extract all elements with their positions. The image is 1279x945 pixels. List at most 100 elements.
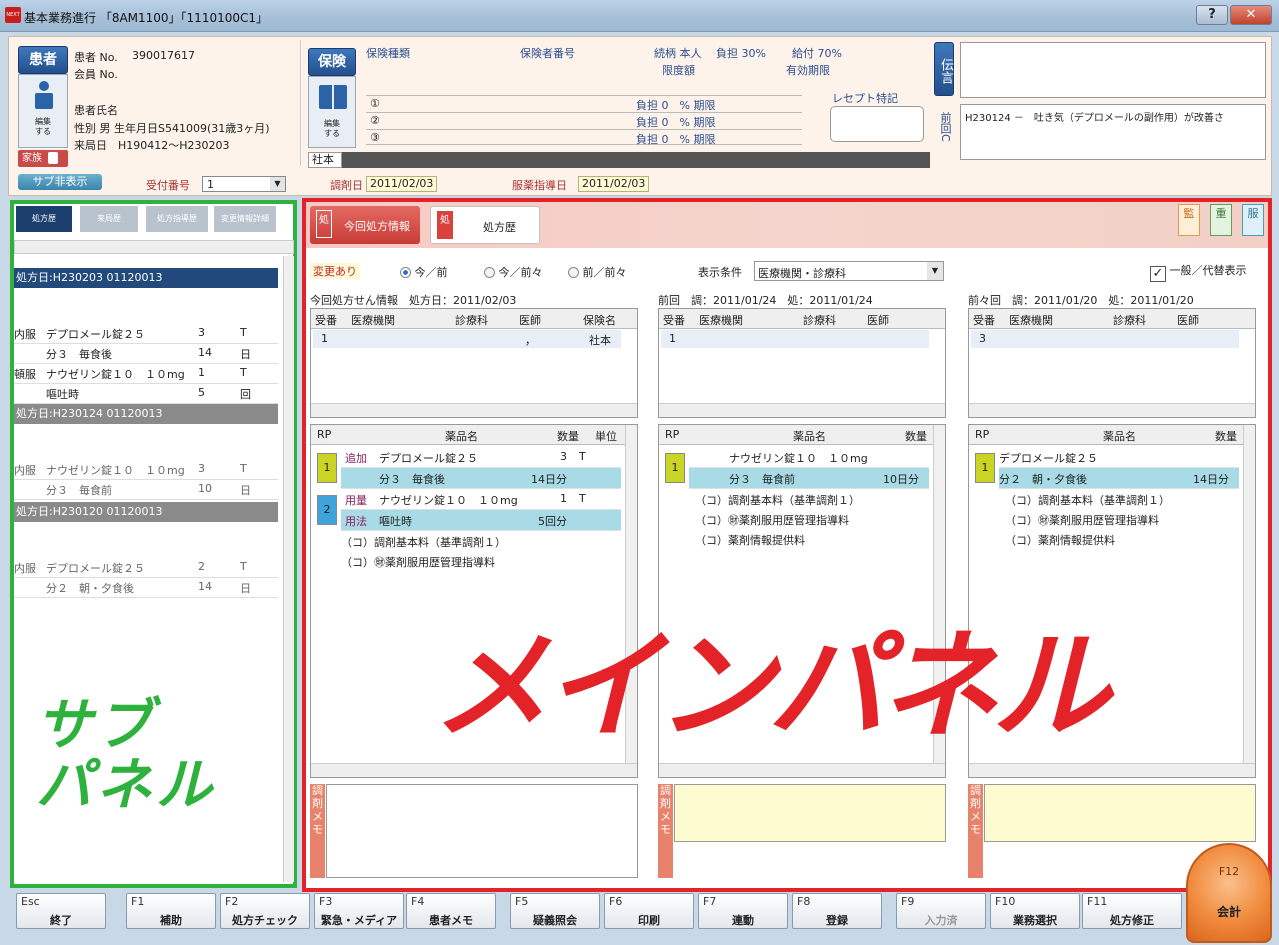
- drug-hscroll[interactable]: [311, 763, 637, 777]
- grid-header-cell[interactable]: 受番: [973, 312, 995, 328]
- receipt-field[interactable]: [830, 106, 924, 142]
- rx-date-header[interactable]: 処方日:H230203 01120013: [14, 268, 278, 288]
- rx-date-header[interactable]: 処方日:H230124 01120013: [14, 404, 278, 424]
- fee-line[interactable]: （コ）調剤基本料（基準調剤１）: [341, 534, 506, 550]
- drug-header-cell[interactable]: 薬品名: [1103, 428, 1136, 444]
- fee-line[interactable]: （コ）㊖薬剤服用歴管理指導料: [1005, 512, 1159, 528]
- radio-prev-prev2[interactable]: 前／前々: [568, 264, 627, 280]
- drug-header-cell[interactable]: 薬品名: [793, 428, 826, 444]
- patient-edit-button[interactable]: 編集 する: [18, 74, 68, 148]
- fkey-f1-button[interactable]: F1 補助: [126, 893, 216, 929]
- insurance-edit-button[interactable]: 編集 する: [308, 76, 356, 148]
- fkey-f5-button[interactable]: F5 疑義照会: [510, 893, 600, 929]
- sub-tab-0[interactable]: 処方歴: [16, 206, 72, 232]
- fkey-esc-button[interactable]: Esc 終了: [16, 893, 106, 929]
- main-tab-history[interactable]: 処 処方歴: [430, 206, 540, 244]
- drug-hscroll[interactable]: [969, 763, 1255, 777]
- drug-header-cell[interactable]: 単位: [595, 428, 617, 444]
- sub-vscroll[interactable]: [283, 256, 294, 882]
- sub-toggle-button[interactable]: サブ非表示: [18, 174, 102, 190]
- drug-vscroll[interactable]: [1243, 425, 1255, 777]
- radio-now-prev[interactable]: 今／前: [400, 264, 448, 280]
- grid-hscroll[interactable]: [969, 403, 1255, 417]
- grid-header-cell[interactable]: 医師: [867, 312, 889, 328]
- grid-hscroll[interactable]: [311, 403, 637, 417]
- drug-header-cell[interactable]: RP: [665, 428, 679, 441]
- rx-row[interactable]: 頓服 ナウゼリン錠１０ １０mg 1 T: [14, 364, 278, 384]
- rx-row[interactable]: 内服 デプロメール錠２５ 3 T: [14, 324, 278, 344]
- f12-button[interactable]: F12 会計: [1186, 843, 1272, 943]
- fkey-f10-button[interactable]: F10 業務選択: [990, 893, 1080, 929]
- grid-header-cell[interactable]: 医療機関: [699, 312, 743, 328]
- rp-badge[interactable]: 2: [317, 495, 337, 525]
- rp-badge[interactable]: 1: [317, 453, 337, 483]
- memo-field[interactable]: [984, 784, 1256, 842]
- memo-field[interactable]: [326, 784, 638, 878]
- drug-line[interactable]: 追加 デプロメール錠２５ 3 T: [341, 447, 621, 468]
- grid-header-cell[interactable]: 診療科: [803, 312, 836, 328]
- reception-row[interactable]: 1: [661, 330, 929, 348]
- grid-hscroll[interactable]: [659, 403, 945, 417]
- guidance-date[interactable]: 2011/02/03: [578, 176, 650, 192]
- sub-tab-2[interactable]: 処方指導歴: [146, 206, 208, 232]
- rx-row[interactable]: 分３ 毎食後 14 日: [14, 344, 278, 364]
- grid-header-cell[interactable]: 医療機関: [1009, 312, 1053, 328]
- reception-select[interactable]: 1 ▼: [202, 176, 286, 192]
- help-button[interactable]: ?: [1196, 5, 1228, 25]
- memo-field[interactable]: [674, 784, 946, 842]
- grid-header-cell[interactable]: 医師: [1177, 312, 1199, 328]
- radio-now-prev2[interactable]: 今／前々: [484, 264, 543, 280]
- dispense-date[interactable]: 2011/02/03: [366, 176, 438, 192]
- drug-header-cell[interactable]: RP: [975, 428, 989, 441]
- drug-line[interactable]: 用量 ナウゼリン錠１０ １０mg 1 T: [341, 489, 621, 510]
- fee-line[interactable]: （コ）薬剤情報提供料: [695, 532, 805, 548]
- insurance-tab[interactable]: 社本: [308, 152, 342, 168]
- drug-header-cell[interactable]: 薬品名: [445, 428, 478, 444]
- fee-line[interactable]: （コ）薬剤情報提供料: [1005, 532, 1115, 548]
- monitor-icon[interactable]: 監: [1178, 204, 1200, 236]
- rx-row[interactable]: 分２ 朝・夕食後 14 日: [14, 578, 278, 598]
- fkey-f2-button[interactable]: F2 処方チェック: [220, 893, 310, 929]
- fkey-f8-button[interactable]: F8 登録: [792, 893, 882, 929]
- filter-select[interactable]: 医療機関・診療科 ▼: [754, 261, 944, 281]
- drug-header-cell[interactable]: RP: [317, 428, 331, 441]
- fkey-f3-button[interactable]: F3 緊急・メディア: [314, 893, 404, 929]
- rx-row[interactable]: 内服 デプロメール錠２５ 2 T: [14, 558, 278, 578]
- fee-line[interactable]: （コ）㊖薬剤服用歴管理指導料: [341, 554, 495, 570]
- duplicate-icon[interactable]: 重: [1210, 204, 1232, 236]
- drug-line[interactable]: 分２ 朝・夕食後 14日分: [999, 468, 1239, 489]
- drug-header-cell[interactable]: 数量: [905, 428, 927, 444]
- drug-line[interactable]: 分３ 毎食後 14日分: [341, 468, 621, 489]
- drug-line[interactable]: 分３ 毎食前 10日分: [689, 468, 929, 489]
- fkey-f9-button[interactable]: F9 入力済: [896, 893, 986, 929]
- drug-header-cell[interactable]: 数量: [1215, 428, 1237, 444]
- message-field[interactable]: [960, 42, 1266, 98]
- sub-tab-1[interactable]: 来局歴: [80, 206, 138, 232]
- reception-row[interactable]: 3: [971, 330, 1239, 348]
- drug-header-cell[interactable]: 数量: [557, 428, 579, 444]
- sub-tab-3[interactable]: 変更情報詳細: [214, 206, 276, 232]
- family-button[interactable]: 家族: [18, 150, 68, 167]
- prev-c-field[interactable]: H230124 － 吐き気（デプロメールの副作用）が改善さ: [960, 104, 1266, 160]
- close-button[interactable]: ✕: [1230, 5, 1272, 25]
- fee-line[interactable]: （コ）㊖薬剤服用歴管理指導料: [695, 512, 849, 528]
- fkey-f11-button[interactable]: F11 処方修正: [1082, 893, 1182, 929]
- fkey-f7-button[interactable]: F7 連動: [698, 893, 788, 929]
- drug-line[interactable]: デプロメール錠２５: [999, 447, 1239, 468]
- rx-row[interactable]: 嘔吐時 5 回: [14, 384, 278, 404]
- fee-line[interactable]: （コ）調剤基本料（基準調剤１）: [695, 492, 860, 508]
- rx-row[interactable]: 内服 ナウゼリン錠１０ １０mg 3 T: [14, 460, 278, 480]
- rx-row[interactable]: 分３ 毎食前 10 日: [14, 480, 278, 500]
- rp-badge[interactable]: 1: [665, 453, 685, 483]
- drug-hscroll[interactable]: [659, 763, 945, 777]
- drug-line[interactable]: ナウゼリン錠１０ １０mg: [689, 447, 929, 468]
- rp-badge[interactable]: 1: [975, 453, 995, 483]
- fkey-f4-button[interactable]: F4 患者メモ: [406, 893, 496, 929]
- generic-checkbox[interactable]: ✓ 一般／代替表示: [1150, 262, 1247, 282]
- grid-header-cell[interactable]: 診療科: [1113, 312, 1146, 328]
- fkey-f6-button[interactable]: F6 印刷: [604, 893, 694, 929]
- medication-icon[interactable]: 服: [1242, 204, 1264, 236]
- drug-line[interactable]: 用法 嘔吐時 5回分: [341, 510, 621, 531]
- grid-header-cell[interactable]: 受番: [315, 312, 337, 328]
- grid-header-cell[interactable]: 医師: [519, 312, 541, 328]
